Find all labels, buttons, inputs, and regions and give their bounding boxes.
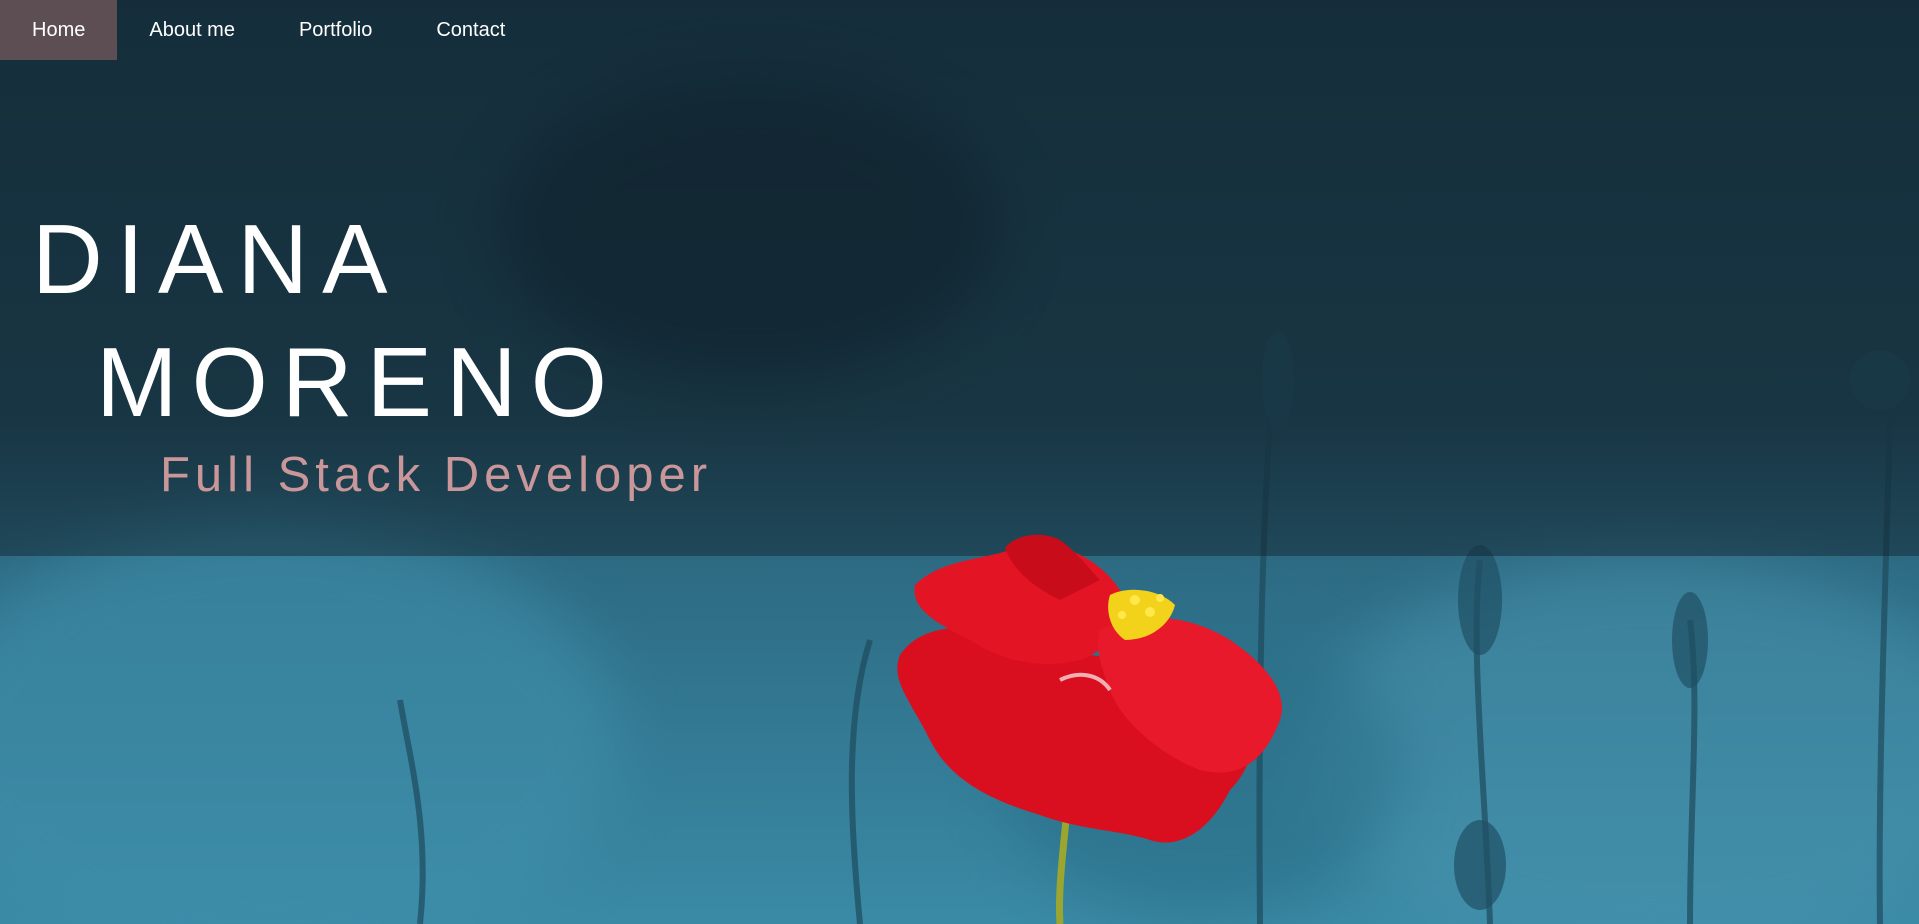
nav-home[interactable]: Home [0, 0, 118, 60]
hero-tagline: Full Stack Developer [160, 448, 713, 502]
nav-contact[interactable]: Contact [404, 0, 537, 60]
hero-section: Home About me Portfolio Contact DIANA MO… [0, 0, 1919, 924]
hero-first-name: DIANA [32, 204, 402, 314]
main-nav: Home About me Portfolio Contact [0, 0, 537, 60]
nav-portfolio[interactable]: Portfolio [267, 0, 404, 60]
hero-last-name: MORENO [96, 327, 621, 437]
nav-about-me[interactable]: About me [117, 0, 267, 60]
